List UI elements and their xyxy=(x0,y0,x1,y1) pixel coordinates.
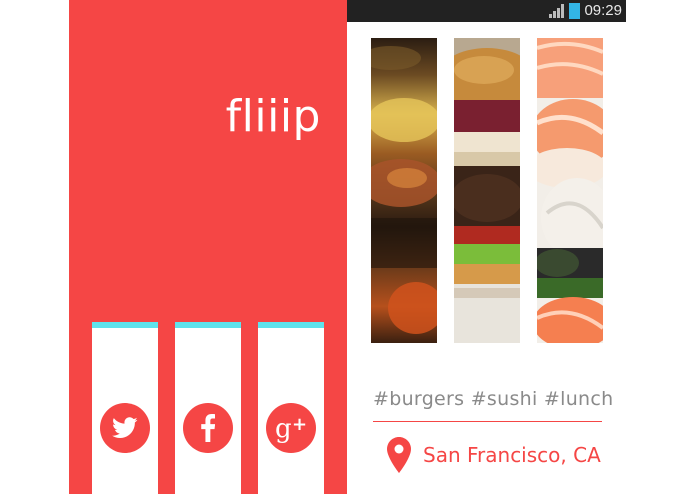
food-image-burger[interactable] xyxy=(454,38,520,343)
food-image-buffet[interactable] xyxy=(371,38,437,343)
svg-text:+: + xyxy=(292,414,307,435)
twitter-button[interactable] xyxy=(100,403,150,453)
food-image-sushi[interactable] xyxy=(537,38,603,343)
location-pin-icon xyxy=(387,437,411,473)
status-bar: 09:29 xyxy=(347,0,626,22)
signal-bars-icon xyxy=(549,4,565,18)
app-logo: fliiip xyxy=(225,91,321,142)
google-plus-card: g + xyxy=(258,322,324,494)
facebook-card xyxy=(175,322,241,494)
google-plus-button[interactable]: g + xyxy=(266,403,316,453)
hashtags[interactable]: #burgers #sushi #lunch xyxy=(373,388,614,410)
status-time: 09:29 xyxy=(584,2,622,19)
google-plus-icon: g + xyxy=(275,414,307,443)
twitter-card xyxy=(92,322,158,494)
facebook-icon xyxy=(201,414,215,442)
divider xyxy=(373,421,602,422)
twitter-icon xyxy=(112,417,138,438)
location-row[interactable]: San Francisco, CA xyxy=(387,437,601,473)
splash-panel: fliiip g + xyxy=(69,0,347,494)
battery-icon xyxy=(569,3,581,19)
facebook-button[interactable] xyxy=(183,403,233,453)
svg-text:g: g xyxy=(275,414,292,443)
location-label: San Francisco, CA xyxy=(423,443,601,467)
